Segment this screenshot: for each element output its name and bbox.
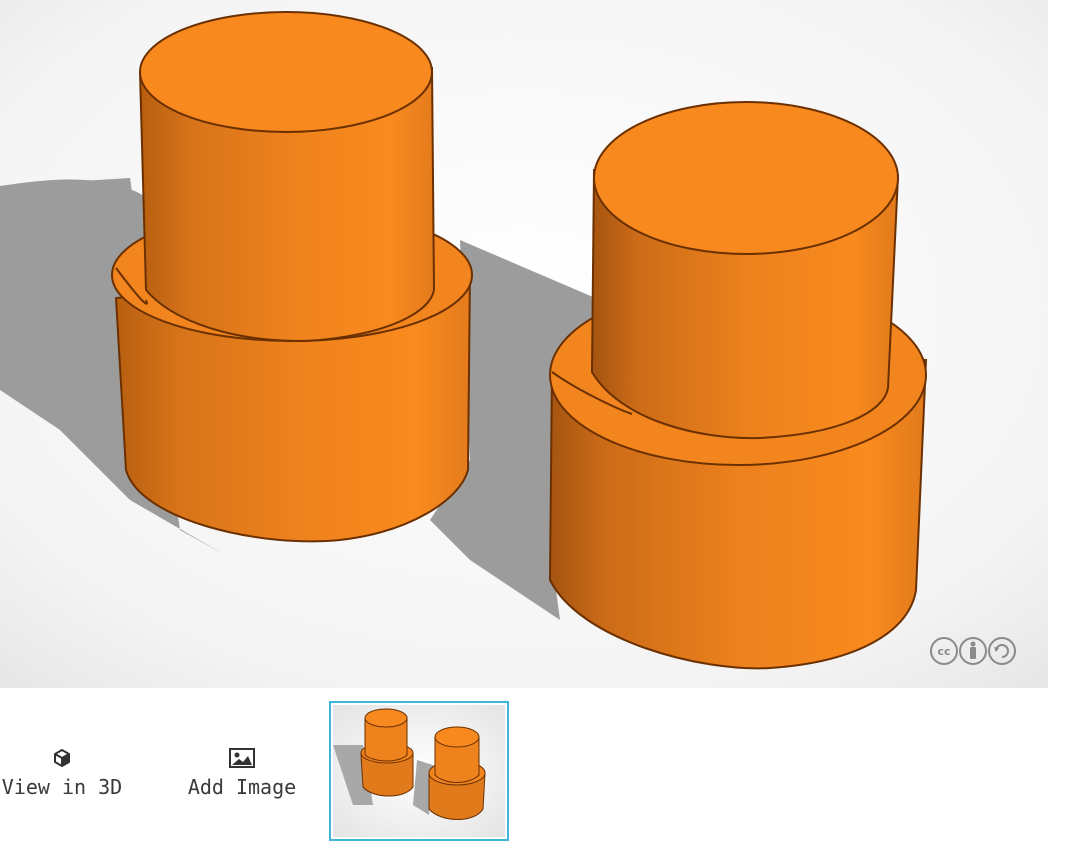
view-in-3d-button[interactable]: View in 3D	[1, 744, 123, 799]
image-thumbnail[interactable]	[329, 701, 509, 841]
view-in-3d-label: View in 3D	[1, 775, 123, 799]
cube-icon	[48, 744, 76, 772]
left-cylinder	[111, 11, 473, 543]
right-cylinder	[548, 101, 928, 670]
add-image-label: Add Image	[187, 775, 297, 799]
add-image-button[interactable]: Add Image	[178, 744, 306, 799]
model-render-image: cc	[0, 0, 1048, 688]
image-icon	[228, 744, 256, 772]
license-badge: cc	[928, 634, 1022, 668]
share-alike-icon	[988, 637, 1016, 665]
svg-text:cc: cc	[937, 645, 950, 658]
